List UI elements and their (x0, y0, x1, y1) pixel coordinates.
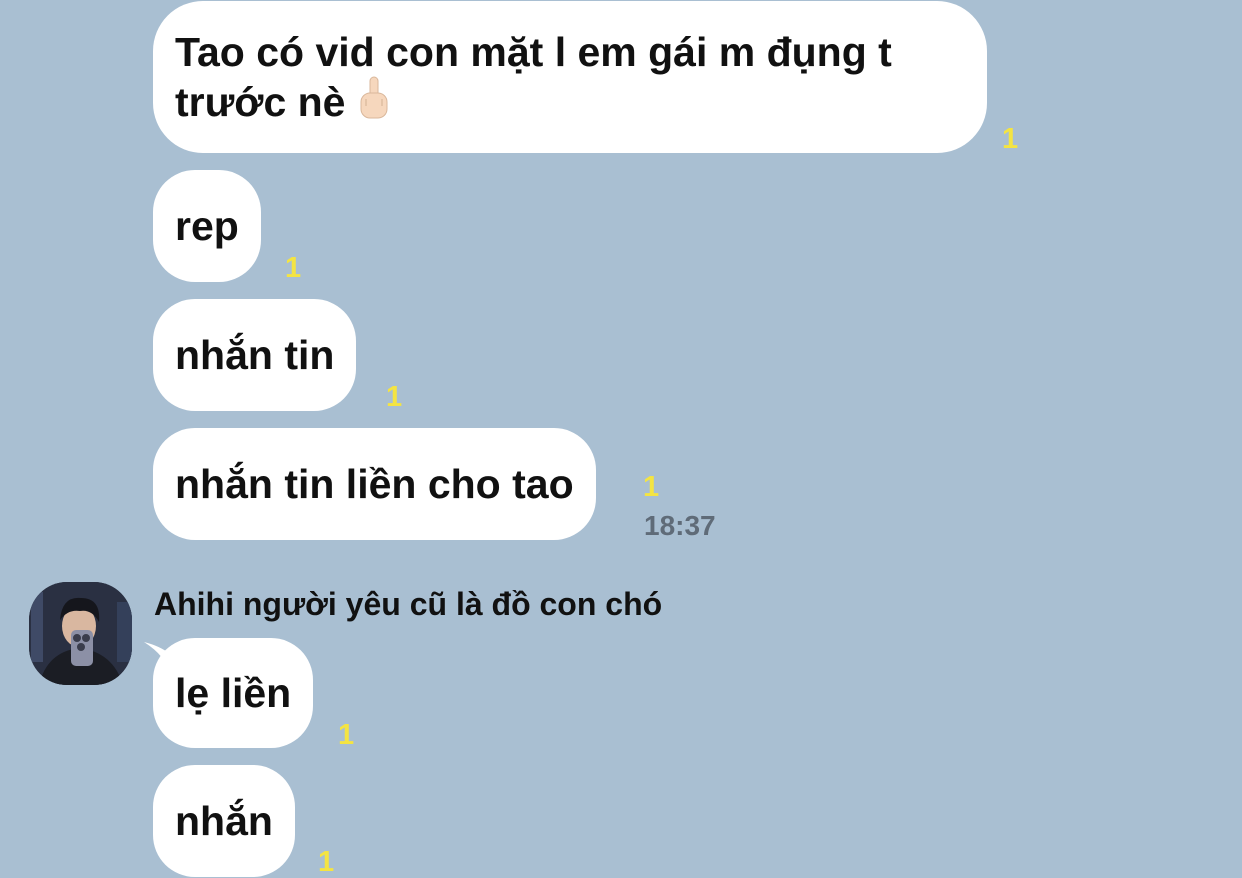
unread-count: 1 (1002, 123, 1019, 155)
message-bubble[interactable]: nhắn tin liền cho tao (153, 428, 596, 540)
avatar-photo (29, 582, 132, 685)
unread-count: 1 (386, 381, 403, 413)
message-bubble[interactable]: rep (153, 170, 261, 282)
message-bubble[interactable]: nhắn (153, 765, 295, 877)
sender-name: Ahihi người yêu cũ là đồ con chó (154, 586, 663, 622)
message-bubble[interactable]: lẹ liền (153, 638, 314, 748)
message-bubble[interactable]: nhắn tin (153, 299, 357, 411)
middle-finger-icon (360, 76, 388, 119)
message-timestamp: 18:37 (644, 510, 716, 541)
avatar[interactable] (29, 582, 132, 685)
message-text: nhắn tin liền cho tao (175, 461, 574, 507)
message-bubble[interactable]: Tao có vid con mặt l em gái m đụng t trư… (153, 1, 987, 153)
unread-count: 1 (318, 846, 335, 878)
message-text: Tao có vid con mặt l em gái m đụng t trư… (175, 29, 892, 125)
message-text: lẹ liền (175, 670, 292, 716)
message-text: nhắn (175, 798, 273, 844)
message-text: nhắn tin (175, 332, 335, 378)
unread-count: 1 (643, 471, 660, 503)
message-text: rep (175, 203, 239, 249)
unread-count: 1 (338, 719, 355, 751)
unread-count: 1 (285, 252, 302, 284)
